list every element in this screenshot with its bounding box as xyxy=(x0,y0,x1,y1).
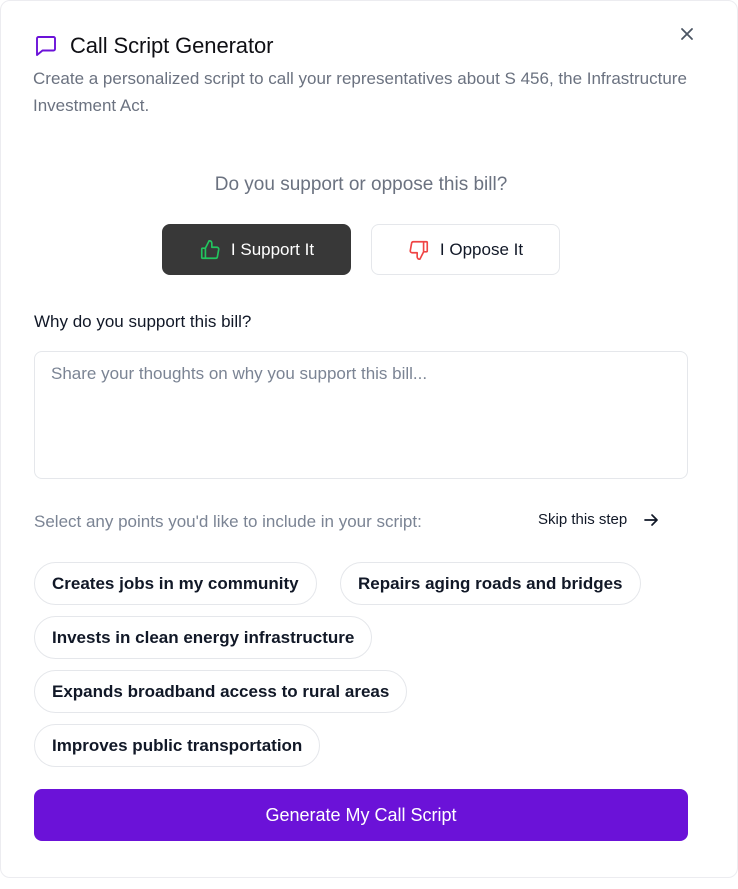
thumbs-up-icon xyxy=(200,239,220,259)
point-chip[interactable]: Creates jobs in my community xyxy=(34,562,317,605)
point-chip-label: Repairs aging roads and bridges xyxy=(358,573,623,593)
point-chip[interactable]: Invests in clean energy infrastructure xyxy=(34,616,373,659)
stance-question: Do you support or oppose this bill? xyxy=(214,174,508,195)
reason-label: Why do you support this bill? xyxy=(34,312,252,331)
support-button[interactable]: I Support It xyxy=(162,224,351,275)
skip-step-label: Skip this step xyxy=(538,511,628,528)
point-chip[interactable]: Repairs aging roads and bridges xyxy=(340,562,641,605)
generate-script-button[interactable]: Generate My Call Script xyxy=(34,789,688,841)
close-button[interactable] xyxy=(675,22,699,46)
point-chip[interactable]: Improves public transportation xyxy=(34,724,321,767)
point-chip-label: Creates jobs in my community xyxy=(52,573,299,593)
skip-step-button[interactable]: Skip this step xyxy=(538,511,659,528)
dialog-header: Call Script Generator xyxy=(34,33,273,59)
points-label: Select any points you'd like to include … xyxy=(34,512,422,531)
oppose-label: I Oppose It xyxy=(439,239,524,259)
thumbs-down-icon xyxy=(409,240,428,260)
oppose-button[interactable]: I Oppose It xyxy=(371,224,560,275)
dialog-subtitle: Create a personalized script to call you… xyxy=(33,69,687,115)
reason-textarea[interactable] xyxy=(34,351,688,479)
point-chip-label: Improves public transportation xyxy=(52,735,303,755)
close-icon xyxy=(681,28,693,40)
dialog-title: Call Script Generator xyxy=(70,33,274,58)
arrow-right-icon xyxy=(644,513,659,526)
call-script-dialog: Call Script Generator Create a personali… xyxy=(0,0,738,878)
point-chip-label: Invests in clean energy infrastructure xyxy=(52,627,355,647)
support-label: I Support It xyxy=(230,239,315,259)
generate-script-label: Generate My Call Script xyxy=(265,804,457,825)
message-square-icon xyxy=(34,34,58,58)
point-chip[interactable]: Expands broadband access to rural areas xyxy=(34,670,408,713)
point-chip-label: Expands broadband access to rural areas xyxy=(52,681,390,701)
